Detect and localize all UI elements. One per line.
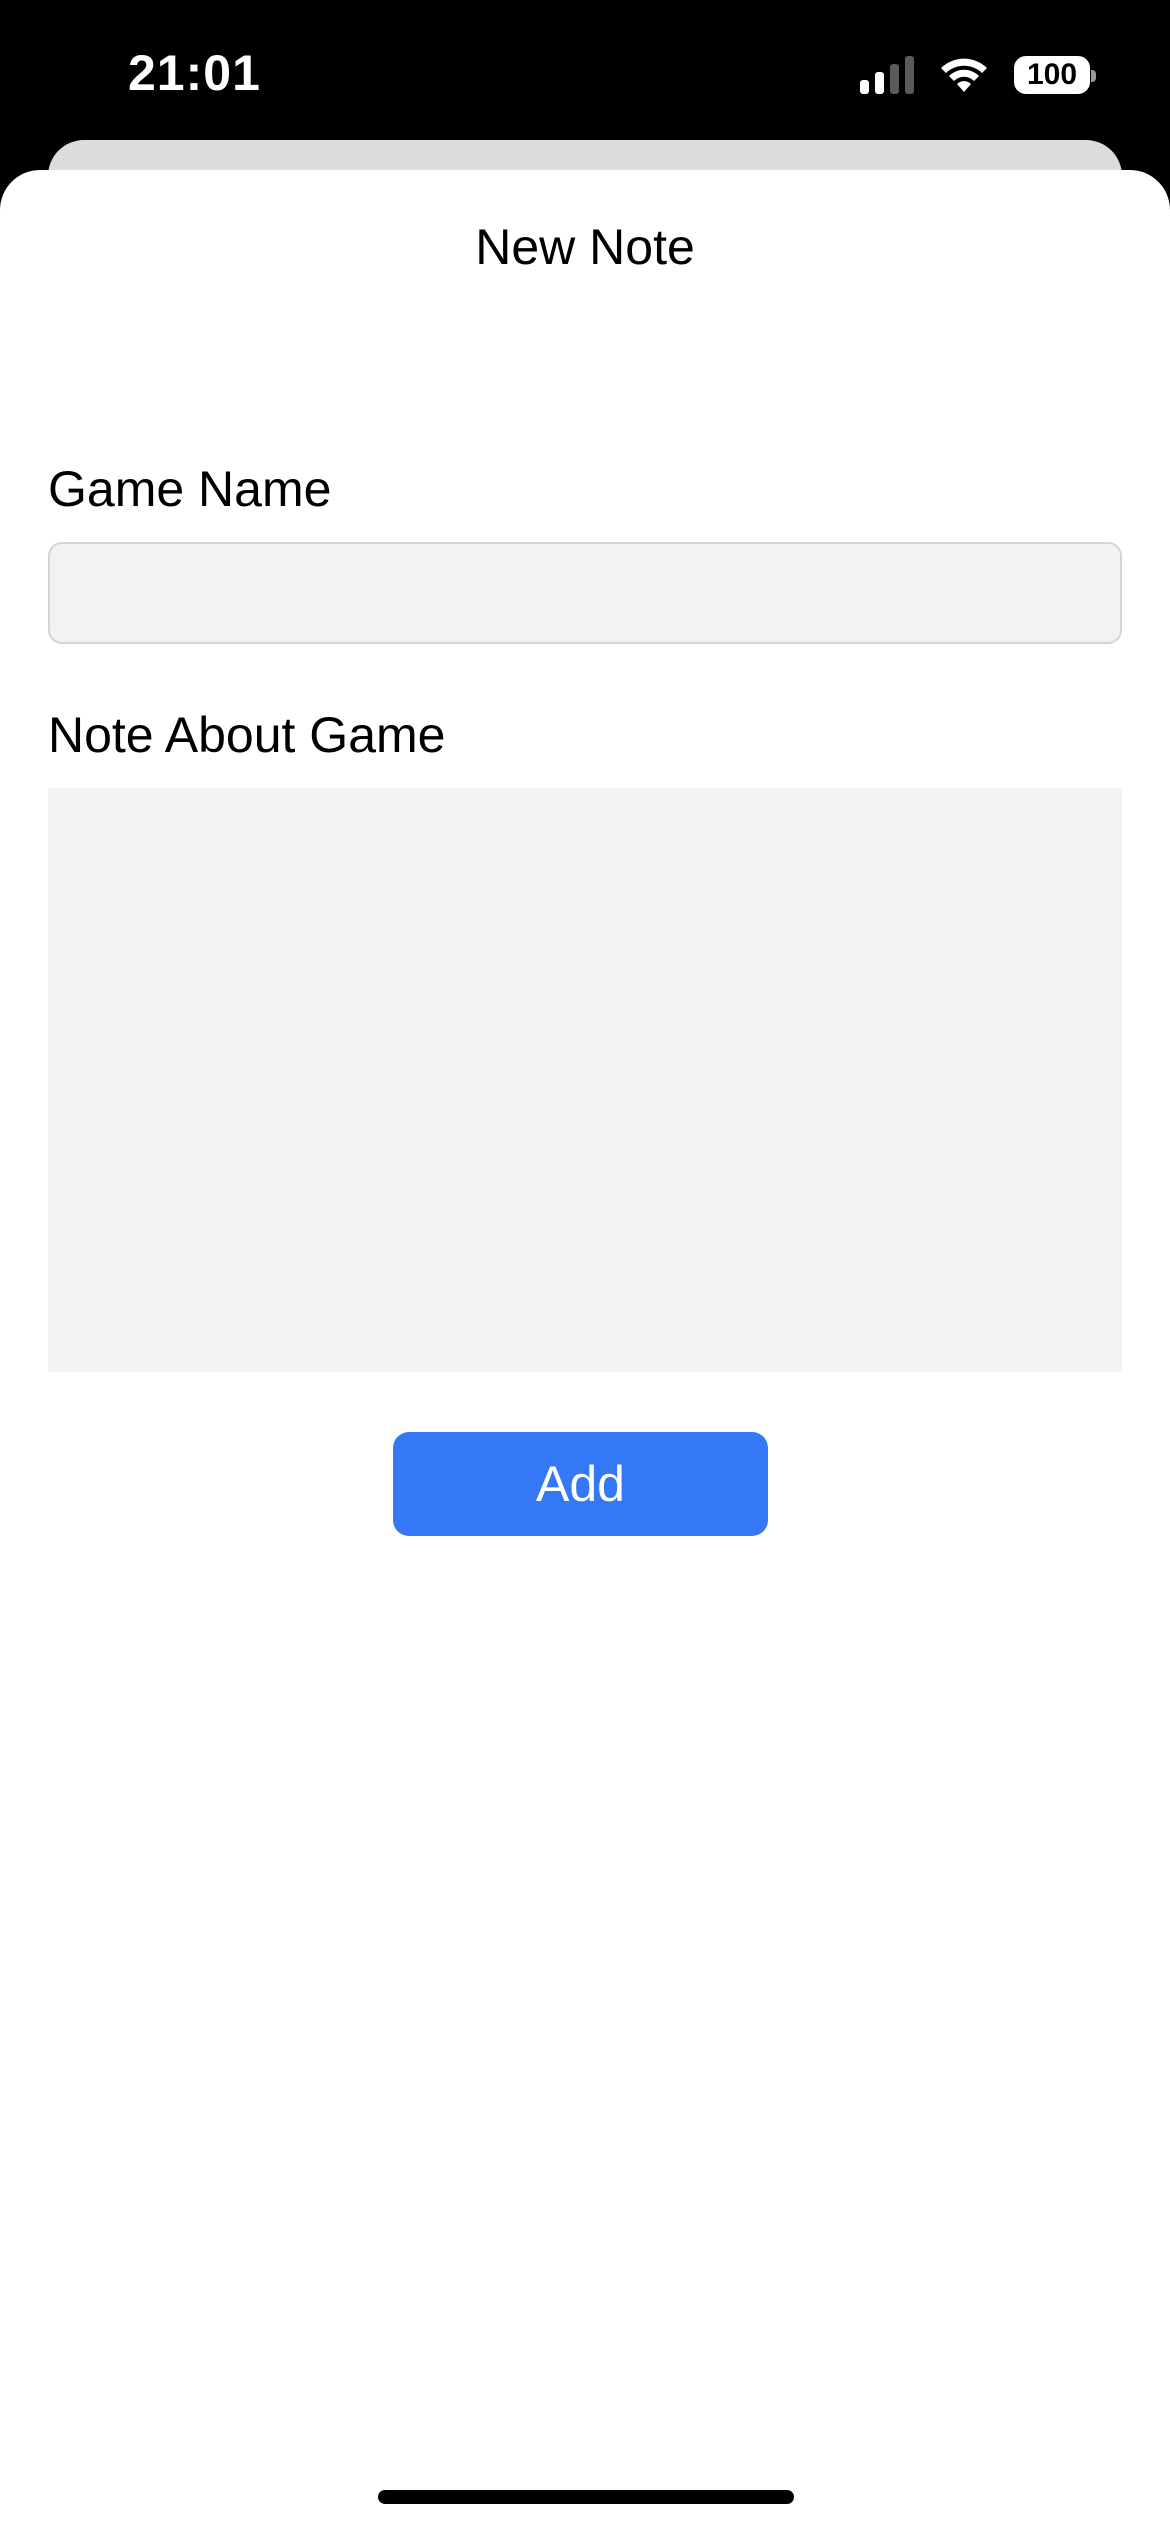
home-indicator[interactable] (378, 2490, 794, 2504)
sheet-title: New Note (475, 219, 695, 275)
add-button[interactable]: Add (393, 1432, 768, 1536)
status-time: 21:01 (128, 45, 261, 101)
wifi-icon (941, 58, 987, 92)
battery-level: 100 (1026, 58, 1078, 91)
game-name-label: Game Name (48, 461, 332, 517)
cellular-signal-icon (860, 56, 914, 94)
game-name-input[interactable] (48, 542, 1122, 644)
battery-icon: 100 (1014, 56, 1096, 94)
new-note-sheet: New Note Game Name Note About Game Add (0, 170, 1170, 2532)
battery-tip (1091, 70, 1096, 82)
note-label: Note About Game (48, 707, 446, 763)
status-icons: 100 (860, 56, 1096, 94)
screen: 21:01 100 New Note Game Name Note About … (0, 0, 1170, 2532)
note-textarea[interactable] (48, 788, 1122, 1372)
